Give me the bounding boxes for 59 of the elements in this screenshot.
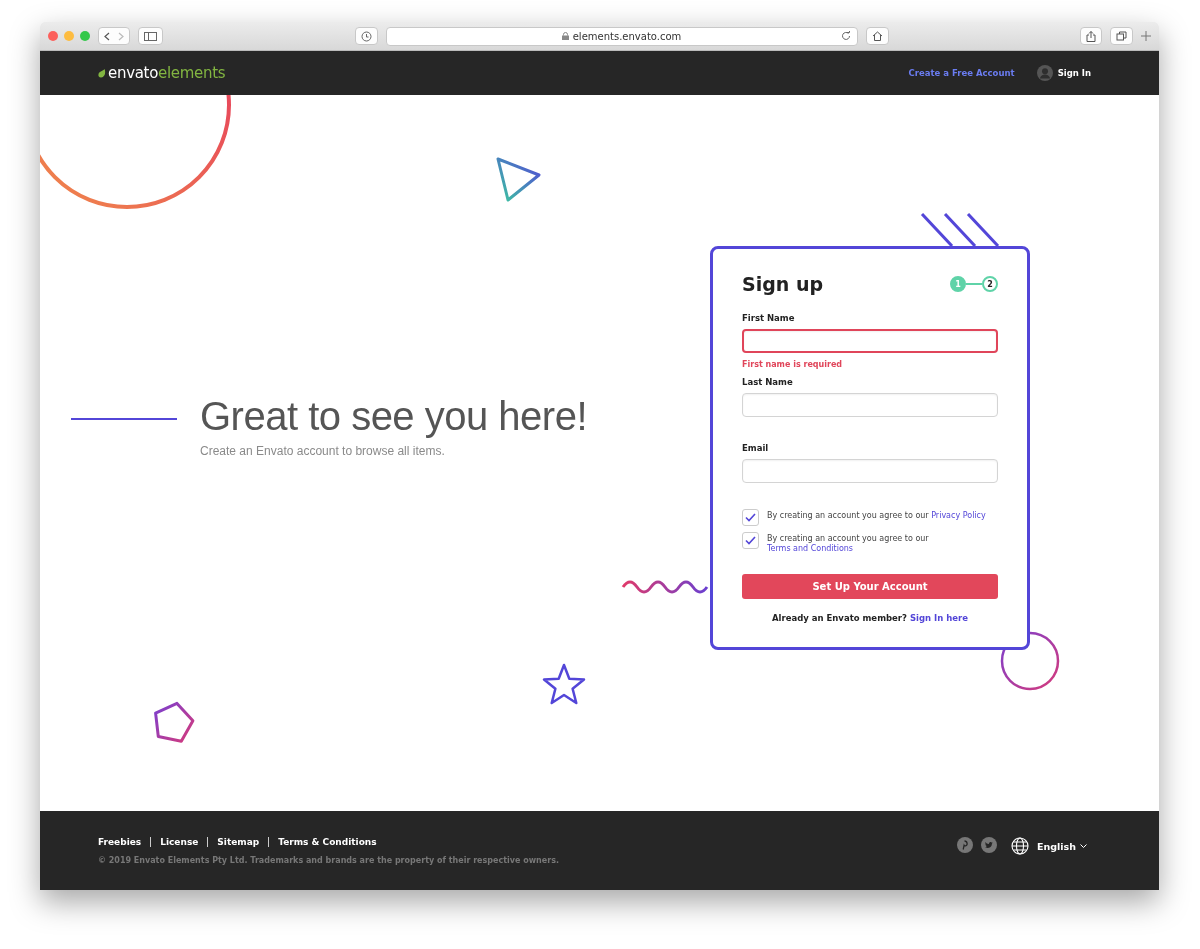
submit-button[interactable]: Set Up Your Account [742, 574, 998, 599]
hero-heading: Great to see you here! [200, 396, 587, 436]
agreement-text: By creating an account you agree to our Privacy Policy [767, 510, 986, 521]
sidebar-icon [144, 31, 157, 41]
leaf-icon [98, 68, 106, 78]
agreement-text: By creating an account you agree to our Terms and Conditions [767, 533, 930, 554]
forward-icon[interactable] [118, 31, 124, 41]
step-indicator: 1 [950, 276, 966, 292]
field-label: First Name [742, 313, 796, 323]
copyright-text: © 2019 Envato Elements Pty Ltd. Trademarks and brands are the property of their respective owners. [98, 856, 559, 865]
checkbox[interactable] [742, 509, 759, 526]
sign-in-link[interactable]: Sign In [1057, 68, 1091, 78]
close-window-icon[interactable] [48, 31, 58, 41]
step-indicator: 2 [982, 276, 998, 292]
tabs-button[interactable] [1110, 27, 1133, 45]
sidebar-button[interactable] [138, 27, 163, 45]
lock-icon [561, 32, 569, 40]
pentagon-shape [154, 701, 195, 743]
twitter-icon[interactable] [981, 837, 997, 853]
checkbox[interactable] [742, 532, 759, 549]
check-icon [745, 536, 756, 545]
star-shape [542, 663, 586, 705]
step-connector [966, 283, 982, 285]
hero-subtitle: Create an Envato account to browse all items. [200, 444, 446, 458]
footer-link[interactable]: Terms & Conditions [268, 837, 386, 847]
form-title: Sign up [742, 273, 824, 295]
home-icon [871, 31, 883, 41]
check-icon [745, 513, 756, 522]
member-text: Already an Envato member? Sign In here [771, 613, 969, 623]
home-button[interactable] [865, 27, 889, 45]
back-icon[interactable] [104, 31, 110, 41]
agreement-link[interactable]: Privacy Policy [931, 511, 986, 520]
reload-icon[interactable] [840, 30, 851, 41]
field-label: Last Name [742, 377, 794, 387]
avatar-icon [1036, 65, 1053, 81]
text-field[interactable] [742, 329, 998, 353]
language-label: English [1037, 840, 1076, 852]
footer-link[interactable]: Sitemap [207, 837, 269, 847]
share-button[interactable] [1080, 27, 1102, 45]
pinterest-icon[interactable] [957, 837, 973, 853]
footer-link[interactable]: Freebies [98, 837, 151, 847]
address-field[interactable]: elements.envato.com [385, 26, 858, 46]
footer-link[interactable]: License [150, 837, 208, 847]
new-tab-icon[interactable] [1141, 31, 1151, 41]
logo-text[interactable]: envatoelements [108, 64, 226, 82]
create-account-link[interactable]: Create a Free Account [908, 68, 1015, 78]
globe-icon [1011, 837, 1029, 855]
triangle-shape [496, 157, 541, 202]
error-message: First name is required [742, 360, 844, 369]
clock-icon [360, 30, 372, 42]
chevron-down-icon [1080, 843, 1087, 849]
history-button[interactable] [354, 27, 378, 45]
agreement-link[interactable]: Terms and Conditions [767, 544, 854, 553]
language-selector[interactable]: English [1011, 837, 1087, 855]
field-label: Email [742, 443, 770, 453]
tabs-icon [1116, 31, 1127, 41]
url-text: elements.envato.com [572, 30, 682, 42]
share-icon [1086, 30, 1096, 42]
sign-in-here-link[interactable]: Sign In here [909, 613, 968, 623]
